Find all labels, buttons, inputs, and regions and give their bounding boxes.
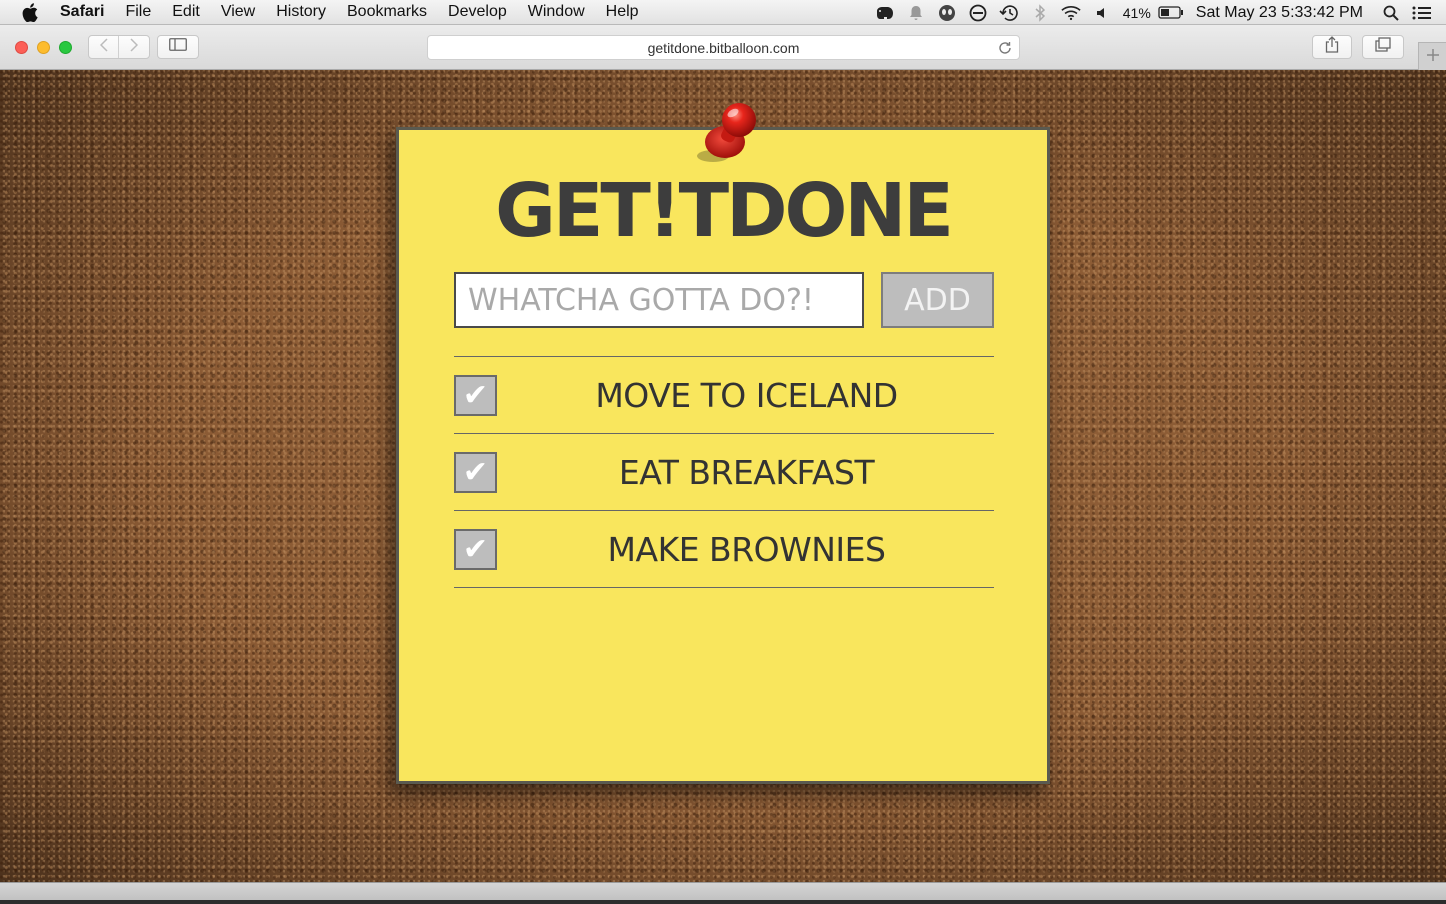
forward-button[interactable] bbox=[119, 36, 149, 58]
menu-bar: Safari File Edit View History Bookmarks … bbox=[0, 0, 1446, 25]
url-text: getitdone.bitballoon.com bbox=[647, 39, 800, 56]
notification-center-icon[interactable] bbox=[1412, 3, 1432, 23]
battery-percentage: 41% bbox=[1122, 4, 1151, 21]
time-machine-icon[interactable] bbox=[999, 3, 1019, 23]
tabs-icon bbox=[1375, 37, 1391, 57]
reload-button[interactable] bbox=[997, 40, 1013, 56]
todo-item: ✔ MOVE TO ICELAND bbox=[454, 357, 994, 434]
plus-icon bbox=[1426, 45, 1440, 68]
show-tabs-button[interactable] bbox=[1362, 35, 1404, 59]
share-icon bbox=[1325, 36, 1339, 58]
add-button[interactable]: ADD bbox=[881, 272, 994, 328]
menu-help[interactable]: Help bbox=[606, 3, 639, 21]
menu-bookmarks[interactable]: Bookmarks bbox=[347, 3, 427, 21]
menu-file[interactable]: File bbox=[125, 3, 151, 21]
menubar-clock[interactable]: Sat May 23 5:33:42 PM bbox=[1196, 4, 1363, 22]
page-viewport: GET!TDONE ADD ✔ MOVE TO ICELAND ✔ EAT BR… bbox=[0, 70, 1446, 882]
sticky-note: GET!TDONE ADD ✔ MOVE TO ICELAND ✔ EAT BR… bbox=[396, 103, 1050, 784]
window-close-button[interactable] bbox=[15, 41, 28, 54]
menu-history[interactable]: History bbox=[276, 3, 326, 21]
volume-icon[interactable] bbox=[1092, 3, 1112, 23]
todo-text: EAT BREAKFAST bbox=[618, 453, 875, 492]
reload-icon bbox=[999, 42, 1011, 54]
address-bar[interactable]: getitdone.bitballoon.com bbox=[427, 35, 1020, 60]
todo-item: ✔ MAKE BROWNIES bbox=[454, 511, 994, 588]
back-button[interactable] bbox=[89, 36, 120, 58]
pushpin-icon bbox=[695, 98, 765, 168]
forward-icon bbox=[130, 37, 139, 57]
window-zoom-button[interactable] bbox=[59, 41, 72, 54]
new-tab-button[interactable] bbox=[1418, 42, 1446, 70]
window-minimize-button[interactable] bbox=[37, 41, 50, 54]
menu-window[interactable]: Window bbox=[528, 3, 585, 21]
apple-icon[interactable] bbox=[22, 2, 42, 22]
todo-list: ✔ MOVE TO ICELAND ✔ EAT BREAKFAST ✔ MAKE… bbox=[454, 356, 994, 588]
back-icon bbox=[99, 37, 108, 57]
todo-checkbox[interactable]: ✔ bbox=[454, 529, 497, 570]
wifi-icon[interactable] bbox=[1061, 3, 1081, 23]
checkmark-icon: ✔ bbox=[462, 456, 489, 489]
menu-develop[interactable]: Develop bbox=[448, 3, 507, 21]
menu-safari[interactable]: Safari bbox=[60, 3, 104, 21]
window-bottom-edge bbox=[0, 882, 1446, 904]
todo-checkbox[interactable]: ✔ bbox=[454, 452, 497, 493]
browser-toolbar: getitdone.bitballoon.com bbox=[0, 25, 1446, 70]
alien-icon[interactable] bbox=[937, 3, 957, 23]
sidebar-button[interactable] bbox=[157, 35, 199, 59]
battery-icon[interactable] bbox=[1157, 3, 1185, 23]
bluetooth-icon[interactable] bbox=[1030, 3, 1050, 23]
sidebar-icon bbox=[169, 38, 187, 56]
menu-view[interactable]: View bbox=[221, 3, 255, 21]
app-title: GET!TDONE bbox=[495, 168, 954, 254]
desktop-edge bbox=[0, 900, 1446, 904]
todo-checkbox[interactable]: ✔ bbox=[454, 375, 497, 416]
todo-item: ✔ EAT BREAKFAST bbox=[454, 434, 994, 511]
checkmark-icon: ✔ bbox=[462, 533, 489, 566]
spotlight-icon[interactable] bbox=[1381, 3, 1401, 23]
menu-edit[interactable]: Edit bbox=[172, 3, 200, 21]
todo-text: MAKE BROWNIES bbox=[607, 530, 886, 569]
evernote-icon[interactable] bbox=[875, 3, 895, 23]
todo-input[interactable] bbox=[454, 272, 864, 328]
checkmark-icon: ✔ bbox=[462, 379, 489, 412]
share-button[interactable] bbox=[1312, 35, 1352, 59]
no-entry-icon[interactable] bbox=[968, 3, 988, 23]
notification-icon[interactable] bbox=[906, 3, 926, 23]
status-area: 41% Sat May 23 5:33:42 PM bbox=[875, 0, 1446, 25]
back-forward-group bbox=[88, 35, 150, 59]
todo-text: MOVE TO ICELAND bbox=[595, 376, 898, 415]
